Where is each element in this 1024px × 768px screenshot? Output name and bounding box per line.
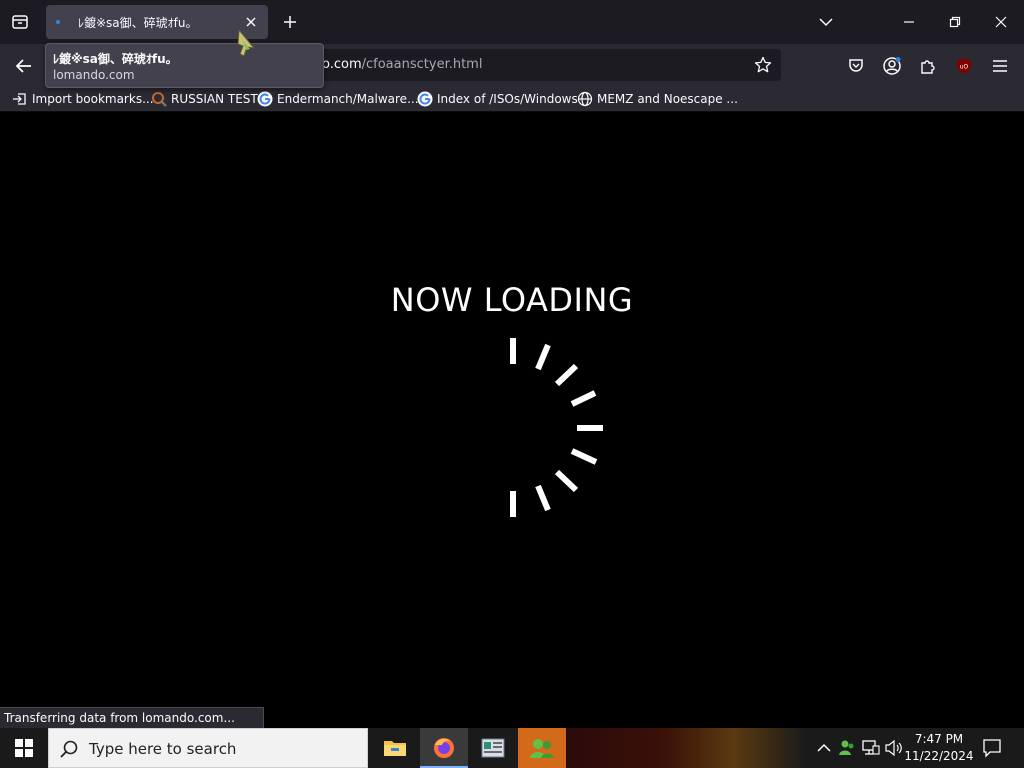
bookmark-import[interactable]: Import bookmarks... xyxy=(12,89,154,109)
menu-button[interactable] xyxy=(986,52,1014,80)
taskbar-firefox[interactable] xyxy=(420,728,468,768)
spinner-segment xyxy=(554,363,579,387)
minimize-icon xyxy=(904,21,914,23)
restore-button[interactable] xyxy=(941,8,969,36)
tab-title: ﾚ鍍※sa御、碎琥ｵfu。 xyxy=(78,16,198,30)
tab-list-button[interactable] xyxy=(6,8,34,36)
hamburger-menu-icon xyxy=(993,60,1007,72)
tooltip-url: lomando.com xyxy=(53,68,135,82)
people-app-icon xyxy=(530,739,554,758)
url-domain: o.com xyxy=(322,57,362,72)
notification-icon xyxy=(983,739,1001,758)
taskbar-news-app[interactable] xyxy=(469,728,517,768)
search-icon xyxy=(60,740,78,758)
tab-favicon-icon xyxy=(56,20,60,24)
page-content: NOW LOADING xyxy=(0,113,1024,728)
close-icon xyxy=(995,16,1007,28)
svg-text:uO: uO xyxy=(960,64,969,71)
google-icon xyxy=(257,91,273,107)
spinner-segment xyxy=(570,448,598,465)
people-tray-icon xyxy=(839,740,854,755)
close-icon xyxy=(246,17,256,27)
account-icon xyxy=(883,57,901,75)
network-icon xyxy=(862,740,880,755)
puzzle-icon xyxy=(921,60,935,74)
arrow-left-icon xyxy=(15,59,31,73)
close-window-button[interactable] xyxy=(987,8,1015,36)
star-icon xyxy=(754,56,772,73)
chevron-down-icon xyxy=(819,18,833,27)
taskbar-file-explorer[interactable] xyxy=(371,728,419,768)
file-explorer-icon xyxy=(384,741,406,756)
restore-icon xyxy=(949,16,961,28)
bookmark-memz[interactable]: MEMZ and Noescape ... xyxy=(577,89,738,109)
magnifier-icon xyxy=(151,91,167,107)
url-path: /cfoaansctyer.html xyxy=(361,57,483,72)
volume-button[interactable] xyxy=(884,738,904,758)
plus-icon xyxy=(284,16,296,28)
account-button[interactable] xyxy=(878,52,906,80)
search-placeholder: Type here to search xyxy=(89,740,237,758)
tab-bar: ﾚ鍍※sa御、碎琥ｵfu。 xyxy=(0,0,1024,44)
tab-list-icon xyxy=(12,15,28,29)
taskbar: Type here to search 7:47 PM 11/22/2024 xyxy=(0,728,1024,768)
spinner-segment xyxy=(554,469,579,493)
network-button[interactable] xyxy=(861,738,881,758)
status-bar: Transferring data from lomando.com... xyxy=(0,707,264,728)
taskbar-background-image xyxy=(566,728,806,768)
globe-icon xyxy=(577,91,593,107)
bookmark-russian-test[interactable]: RUSSIAN TEST xyxy=(151,89,258,109)
tooltip-title: ﾚ鍍※sa御、碎琥ｵfu。 xyxy=(53,52,178,66)
taskbar-search-box[interactable]: Type here to search xyxy=(48,728,368,768)
spinner-segment xyxy=(570,390,597,407)
bookmark-label: Index of /ISOs/Windows xyxy=(437,92,578,106)
taskbar-clock[interactable]: 7:47 PM 11/22/2024 xyxy=(904,731,974,765)
bookmark-label: Endermanch/Malware... xyxy=(277,92,419,106)
tab-tooltip: ﾚ鍍※sa御、碎琥ｵfu。 lomando.com xyxy=(45,43,324,88)
ublock-origin-icon: uO xyxy=(957,58,971,74)
windows-logo-icon xyxy=(15,739,33,757)
clock-date: 11/22/2024 xyxy=(904,749,974,763)
url-text: o.com/cfoaansctyer.html xyxy=(322,57,482,72)
back-button[interactable] xyxy=(10,52,38,80)
bookmark-label: RUSSIAN TEST xyxy=(171,92,258,106)
spinner-segment xyxy=(535,484,551,512)
minimize-button[interactable] xyxy=(895,8,923,36)
mouse-cursor-icon xyxy=(237,28,256,57)
chevron-up-icon xyxy=(817,743,831,752)
news-app-icon xyxy=(481,738,505,758)
bookmarks-toolbar: Import bookmarks... RUSSIAN TEST Enderma… xyxy=(0,86,1024,112)
bookmark-label: MEMZ and Noescape ... xyxy=(597,92,738,106)
speaker-icon xyxy=(885,740,902,756)
import-icon xyxy=(12,91,28,107)
taskbar-people-app[interactable] xyxy=(518,728,566,768)
bookmark-star-button[interactable] xyxy=(751,53,775,77)
bookmark-endermanch[interactable]: Endermanch/Malware... xyxy=(257,89,419,109)
extensions-button[interactable] xyxy=(914,52,942,80)
list-all-tabs-button[interactable] xyxy=(812,8,840,36)
active-tab[interactable]: ﾚ鍍※sa御、碎琥ｵfu。 xyxy=(46,5,268,39)
firefox-icon xyxy=(434,738,454,758)
action-center-button[interactable] xyxy=(980,736,1004,760)
google-icon xyxy=(417,91,433,107)
start-button[interactable] xyxy=(0,728,48,768)
pocket-icon xyxy=(849,59,863,72)
bookmark-index-isos[interactable]: Index of /ISOs/Windows xyxy=(417,89,578,109)
clock-time: 7:47 PM xyxy=(914,732,964,746)
spinner-segment xyxy=(535,343,551,371)
show-hidden-icons-button[interactable] xyxy=(814,738,834,758)
bookmark-label: Import bookmarks... xyxy=(32,92,154,106)
ublock-origin-button[interactable]: uO xyxy=(950,52,978,80)
tray-people-button[interactable] xyxy=(837,738,857,758)
loading-spinner-icon xyxy=(510,338,603,517)
new-tab-button[interactable] xyxy=(279,11,301,33)
pocket-button[interactable] xyxy=(842,52,870,80)
